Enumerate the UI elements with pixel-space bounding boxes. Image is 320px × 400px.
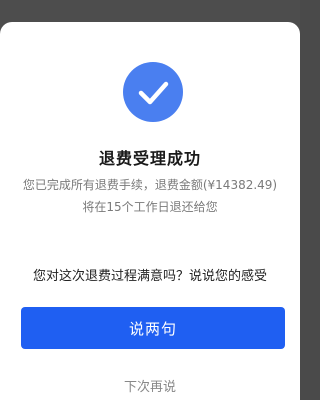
checkmark-circle-icon (123, 62, 183, 122)
give-feedback-button[interactable]: 说两句 (21, 307, 285, 349)
survey-prompt: 您对这次退费过程满意吗？说说您的感受 (32, 269, 267, 284)
refund-success-dialog: 退费受理成功 您已完成所有退费手续，退费金额(¥14382.49) 将在15个工… (0, 22, 300, 400)
refund-description-line2: 将在15个工作日退还给您 (82, 200, 218, 214)
dialog-title: 退费受理成功 (98, 149, 201, 168)
checkmark-icon (138, 81, 169, 105)
refund-description-line1: 您已完成所有退费手续，退费金额(¥14382.49) (22, 178, 278, 192)
maybe-later-link[interactable]: 下次再说 (0, 376, 300, 395)
